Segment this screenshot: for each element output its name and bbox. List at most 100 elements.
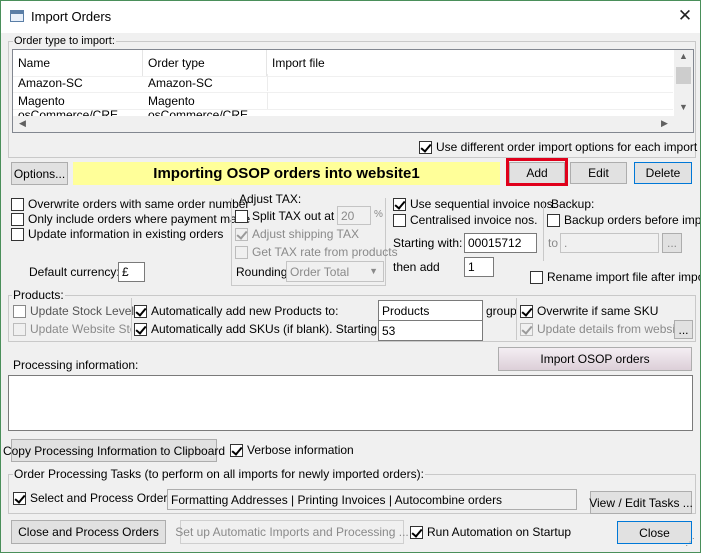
checkbox-box[interactable] bbox=[13, 491, 26, 505]
close-button[interactable]: Close bbox=[617, 521, 692, 544]
products-divider bbox=[516, 298, 517, 340]
edit-button[interactable]: Edit bbox=[570, 162, 627, 184]
scroll-thumb[interactable] bbox=[676, 67, 691, 84]
group-suffix-label: group bbox=[486, 304, 517, 318]
checkbox-box[interactable] bbox=[134, 322, 147, 336]
checkbox-box[interactable] bbox=[419, 140, 432, 154]
rounding-label: Rounding: bbox=[236, 265, 291, 279]
checkbox-box[interactable] bbox=[13, 322, 26, 336]
overwrite-orders-checkbox[interactable]: Overwrite orders with same order number bbox=[11, 197, 249, 211]
close-window-icon[interactable]: ✕ bbox=[673, 5, 697, 27]
select-process-checkbox[interactable]: Select and Process Orders bbox=[13, 491, 173, 505]
checkbox-box[interactable] bbox=[11, 212, 24, 226]
backup-before-checkbox[interactable]: Backup orders before import bbox=[547, 213, 700, 227]
import-osop-button[interactable]: Import OSOP orders bbox=[498, 347, 692, 371]
sku-start-input[interactable]: 53 bbox=[378, 320, 483, 341]
products-group-input[interactable]: Products bbox=[378, 300, 483, 321]
checkbox-box[interactable] bbox=[393, 213, 406, 227]
backup-label: Backup: bbox=[551, 197, 595, 211]
order-type-list[interactable]: Name Order type Import file Amazon-SC Am… bbox=[12, 49, 694, 133]
checkbox-box[interactable] bbox=[547, 213, 560, 227]
rounding-dropdown[interactable]: Order Total ▼ bbox=[286, 261, 384, 282]
rename-import-label: Rename import file after import bbox=[547, 270, 701, 284]
checkbox-box[interactable] bbox=[235, 245, 248, 259]
checkbox-box[interactable] bbox=[530, 270, 543, 284]
centralised-invoice-label: Centralised invoice nos. bbox=[410, 213, 538, 227]
processing-info-textarea[interactable] bbox=[8, 375, 693, 431]
chevron-down-icon: ▼ bbox=[369, 266, 378, 276]
update-website-stock-checkbox[interactable]: Update Website Stock bbox=[13, 322, 131, 336]
update-existing-checkbox[interactable]: Update information in existing orders bbox=[11, 227, 223, 241]
starting-with-label: Starting with: bbox=[393, 236, 463, 250]
table-row-file[interactable] bbox=[267, 92, 674, 109]
copy-clipboard-button[interactable]: Copy Processing Information to Clipboard bbox=[3, 439, 225, 462]
auto-add-skus-checkbox[interactable]: Automatically add SKUs (if blank). Start… bbox=[134, 322, 405, 336]
column-header-import-file[interactable]: Import file bbox=[267, 50, 674, 76]
setup-automatic-button[interactable]: Set up Automatic Imports and Processing … bbox=[175, 520, 409, 544]
centralised-invoice-checkbox[interactable]: Centralised invoice nos. bbox=[393, 213, 537, 227]
checkbox-box[interactable] bbox=[520, 304, 533, 318]
table-row-file[interactable] bbox=[267, 74, 674, 91]
rename-import-checkbox[interactable]: Rename import file after import bbox=[530, 270, 701, 284]
scroll-left-icon[interactable]: ◀ bbox=[14, 118, 31, 129]
table-row-name[interactable]: Amazon-SC bbox=[13, 74, 143, 91]
starting-with-input[interactable]: 00015712 bbox=[464, 233, 537, 253]
use-different-options-checkbox[interactable]: Use different order import options for e… bbox=[419, 140, 701, 154]
checkbox-box[interactable] bbox=[134, 304, 147, 318]
resize-grip-icon[interactable]: ⋰ bbox=[685, 537, 699, 551]
column-header-order-type[interactable]: Order type bbox=[143, 50, 267, 76]
window-icon bbox=[10, 10, 24, 22]
percent-label: % bbox=[374, 209, 383, 220]
then-add-label: then add bbox=[393, 260, 440, 274]
table-row-name[interactable]: Magento bbox=[13, 92, 143, 109]
then-add-input[interactable]: 1 bbox=[464, 257, 494, 277]
split-tax-input[interactable]: 20 bbox=[337, 206, 371, 225]
verbose-checkbox[interactable]: Verbose information bbox=[230, 443, 354, 457]
backup-browse-button[interactable]: ... bbox=[662, 233, 682, 253]
details-browse-button[interactable]: ... bbox=[674, 320, 693, 339]
checkbox-box[interactable] bbox=[393, 197, 406, 211]
title-bar: Import Orders ✕ bbox=[1, 1, 700, 33]
default-currency-input[interactable]: £ bbox=[118, 262, 145, 282]
only-paid-checkbox[interactable]: Only include orders where payment made bbox=[11, 212, 250, 226]
checkbox-box[interactable] bbox=[11, 197, 24, 211]
checkbox-box[interactable] bbox=[11, 227, 24, 241]
checkbox-box[interactable] bbox=[520, 322, 533, 336]
split-tax-checkbox[interactable]: Split TAX out at bbox=[235, 209, 334, 223]
checkbox-box[interactable] bbox=[13, 304, 26, 318]
scroll-up-icon[interactable]: ▲ bbox=[675, 51, 692, 61]
run-automation-checkbox[interactable]: Run Automation on Startup bbox=[410, 525, 571, 539]
table-row-type[interactable]: Amazon-SC bbox=[143, 74, 267, 91]
adjust-tax-label: Adjust TAX: bbox=[239, 192, 302, 206]
backup-path-input[interactable]: . bbox=[560, 233, 659, 253]
checkbox-box[interactable] bbox=[235, 209, 248, 223]
sequential-invoice-checkbox[interactable]: Use sequential invoice nos. bbox=[393, 197, 556, 211]
checkbox-box[interactable] bbox=[230, 443, 243, 457]
scroll-right-icon[interactable]: ▶ bbox=[656, 118, 673, 129]
vertical-scrollbar[interactable]: ▲ ▼ bbox=[674, 50, 693, 116]
close-and-process-button[interactable]: Close and Process Orders bbox=[11, 520, 166, 544]
update-stock-checkbox[interactable]: Update Stock Levels bbox=[13, 304, 140, 318]
checkbox-box[interactable] bbox=[235, 227, 248, 241]
tasks-label: Order Processing Tasks (to perform on al… bbox=[13, 467, 425, 481]
use-different-options-label: Use different order import options for e… bbox=[436, 140, 701, 154]
get-tax-rate-checkbox[interactable]: Get TAX rate from products bbox=[235, 245, 398, 259]
auto-add-products-checkbox[interactable]: Automatically add new Products to: bbox=[134, 304, 338, 318]
run-automation-label: Run Automation on Startup bbox=[427, 525, 572, 539]
adjust-shipping-checkbox[interactable]: Adjust shipping TAX bbox=[235, 227, 359, 241]
checkbox-box[interactable] bbox=[410, 525, 423, 539]
import-orders-window: Import Orders ✕ Order type to import: Na… bbox=[0, 0, 701, 553]
overwrite-sku-checkbox[interactable]: Overwrite if same SKU bbox=[520, 304, 658, 318]
delete-button[interactable]: Delete bbox=[634, 162, 692, 184]
view-edit-tasks-button[interactable]: View / Edit Tasks ... bbox=[589, 491, 693, 514]
update-stock-label: Update Stock Levels bbox=[30, 304, 141, 318]
column-header-name[interactable]: Name bbox=[13, 50, 143, 76]
options-button[interactable]: Options... bbox=[11, 162, 68, 185]
table-row-type[interactable]: Magento bbox=[143, 92, 267, 109]
horizontal-scrollbar[interactable]: ◀ ▶ bbox=[13, 116, 674, 132]
overwrite-sku-label: Overwrite if same SKU bbox=[537, 304, 659, 318]
update-details-checkbox[interactable]: Update details from website bbox=[520, 322, 685, 336]
only-paid-label: Only include orders where payment made bbox=[28, 212, 251, 226]
products-divider bbox=[131, 298, 132, 340]
scroll-down-icon[interactable]: ▼ bbox=[675, 102, 692, 112]
